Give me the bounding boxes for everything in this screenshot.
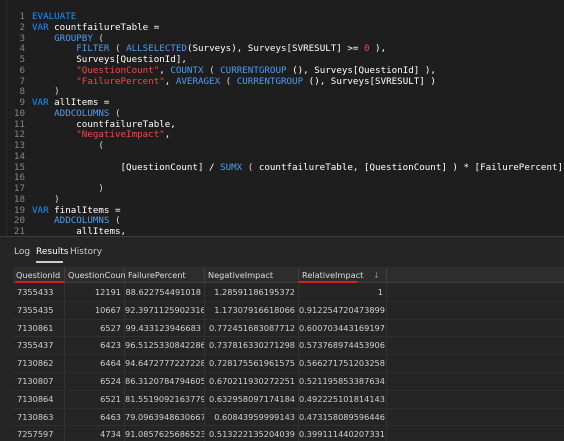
- table-cell-relativeimpact[interactable]: 0.473158089596446: [299, 408, 387, 426]
- table-cell-questioncount[interactable]: 6524: [65, 373, 125, 390]
- table-row[interactable]: 7130861 6527 99.433123946683 0.772451683087…: [13, 319, 564, 338]
- line-number: 2: [19, 21, 25, 33]
- output-panel: Log Results History QuestionId QuestionC…: [0, 236, 564, 441]
- table-cell-questionid[interactable]: 7130862: [13, 355, 65, 373]
- table-cell-questioncount[interactable]: 6423: [65, 337, 125, 355]
- table-cell-failurepercent[interactable]: 91.0857625686523: [125, 426, 205, 441]
- column-header-label: FailurePercent: [128, 270, 186, 280]
- table-row[interactable]: 7355433 12191 88.622754491018 1.28591186195…: [13, 284, 564, 302]
- line-number: 6: [19, 64, 25, 76]
- line-number: 10: [13, 107, 25, 119]
- table-cell-failurepercent[interactable]: 81.5519092163779: [125, 390, 205, 408]
- line-number: 21: [13, 226, 25, 236]
- code-text: (: [32, 140, 104, 151]
- table-cell-questioncount[interactable]: 6527: [65, 319, 125, 337]
- table-row[interactable]: 7130864 6521 81.5519092163779 0.63295809717…: [13, 390, 564, 409]
- column-header-label: QuestionCount: [68, 270, 129, 280]
- table-cell-relativeimpact[interactable]: 0.521195853387634: [299, 373, 387, 390]
- table-cell-questioncount[interactable]: 12191: [65, 284, 125, 301]
- output-tabs: Log Results History: [0, 247, 564, 263]
- table-cell-questioncount[interactable]: 6463: [65, 408, 125, 426]
- code-editor[interactable]: 1 EVALUATE 2 VAR countfailureTable = 3 GROUP…: [0, 0, 564, 236]
- tab-log[interactable]: Log: [14, 247, 30, 257]
- code-line: 15 [QuestionCount] / SUMX ( countfailure…: [0, 161, 564, 174]
- table-row[interactable]: 7355437 6423 96.5125330842286 0.73781633027…: [13, 337, 564, 356]
- table-cell-relativeimpact[interactable]: 0.566271751203258: [299, 355, 387, 373]
- table-cell-negativeimpact[interactable]: 0.60843959999143: [205, 408, 299, 426]
- code-line: 7 "FailurePercent", AVERAGEX ( CURRENTGR…: [0, 75, 564, 88]
- table-cell-negativeimpact[interactable]: 0.772451683087712: [205, 319, 299, 337]
- column-header-negativeimpact[interactable]: NegativeImpact: [205, 267, 299, 283]
- table-cell-relativeimpact[interactable]: 1: [299, 284, 387, 301]
- table-cell-relativeimpact[interactable]: 0.573768974453906: [299, 337, 387, 355]
- table-cell-negativeimpact[interactable]: 1.17307916618066: [205, 301, 299, 319]
- table-cell-questionid[interactable]: 7355433: [13, 284, 65, 301]
- table-row[interactable]: 7130807 6524 86.3120784794605 0.67021193027…: [13, 373, 564, 391]
- table-cell-negativeimpact[interactable]: 0.728175561961575: [205, 355, 299, 373]
- table-cell-failurepercent[interactable]: 88.622754491018: [125, 284, 205, 301]
- table-cell-questionid[interactable]: 7130864: [13, 390, 65, 408]
- active-tab-indicator: [36, 261, 63, 263]
- table-cell-questioncount[interactable]: 6464: [65, 355, 125, 373]
- table-cell-failurepercent[interactable]: 86.3120784794605: [125, 373, 205, 390]
- table-cell-questionid[interactable]: 7130807: [13, 373, 65, 390]
- column-header-label: RelativeImpact: [302, 270, 364, 280]
- table-cell-questionid[interactable]: 7130863: [13, 408, 65, 426]
- table-cell-questioncount[interactable]: 4734: [65, 426, 125, 441]
- table-cell-negativeimpact[interactable]: 1.28591186195372: [205, 284, 299, 301]
- code-text: allItems,: [32, 226, 127, 236]
- table-cell-negativeimpact[interactable]: 0.737816330271298: [205, 337, 299, 355]
- table-cell-questioncount[interactable]: 10667: [65, 301, 125, 319]
- table-cell-questionid[interactable]: 7355435: [13, 301, 65, 319]
- table-cell-questioncount[interactable]: 6521: [65, 390, 125, 408]
- table-row[interactable]: 7130863 6463 79.0963948630667 0.60843959999…: [13, 408, 564, 427]
- sort-desc-arrow-icon[interactable]: ↓: [373, 267, 380, 283]
- line-number: 14: [13, 150, 25, 162]
- table-cell-failurepercent[interactable]: 79.0963948630667: [125, 408, 205, 426]
- table-cell-relativeimpact[interactable]: 0.399111440207331: [299, 426, 387, 441]
- line-number: 18: [13, 193, 25, 205]
- table-cell-negativeimpact[interactable]: 0.632958097174184: [205, 390, 299, 408]
- red-underline-annotation: [15, 281, 65, 283]
- column-header-questioncount[interactable]: QuestionCount: [65, 267, 129, 283]
- red-underline-annotation: [298, 281, 358, 283]
- table-cell-questionid[interactable]: 7355437: [13, 337, 65, 355]
- table-cell-failurepercent[interactable]: 96.5125330842286: [125, 337, 205, 355]
- code-text: [QuestionCount] / SUMX ( countfailureTab…: [32, 161, 564, 173]
- table-row[interactable]: 7130862 6464 94.6472777227228 0.72817556196…: [13, 355, 564, 373]
- tab-results[interactable]: Results: [36, 247, 69, 257]
- code-line: 17 ): [0, 183, 564, 195]
- table-row[interactable]: 7355435 10667 92.3971125902316 1.1730791661…: [13, 301, 564, 320]
- table-cell-failurepercent[interactable]: 94.6472777227228: [125, 355, 205, 373]
- code-line: 21 allItems,: [0, 226, 564, 236]
- table-cell-failurepercent[interactable]: 99.433123946683: [125, 319, 205, 337]
- table-cell-questionid[interactable]: 7257597: [13, 426, 65, 441]
- table-cell-negativeimpact[interactable]: 0.513222135204039: [205, 426, 299, 441]
- table-cell-relativeimpact[interactable]: 0.492225101814143: [299, 390, 387, 408]
- column-header-failurepercent[interactable]: FailurePercent: [125, 267, 205, 283]
- column-header-empty: [387, 267, 564, 283]
- code-text: "FailurePercent", AVERAGEX ( CURRENTGROU…: [76, 75, 436, 87]
- table-cell-failurepercent[interactable]: 92.3971125902316: [125, 301, 205, 319]
- table-cell-negativeimpact[interactable]: 0.670211930272251: [205, 373, 299, 390]
- table-cell-relativeimpact[interactable]: 0.600703443169197: [299, 319, 387, 337]
- code-line: 13 (: [0, 140, 564, 152]
- table-cell-questionid[interactable]: 7130861: [13, 319, 65, 337]
- column-header-label: NegativeImpact: [208, 270, 274, 280]
- table-cell-relativeimpact[interactable]: 0.912254720473899: [299, 301, 387, 319]
- column-header-label: QuestionId: [16, 270, 61, 280]
- results-grid[interactable]: QuestionId QuestionCount FailurePercent …: [13, 267, 564, 441]
- table-row[interactable]: 7257597 4734 91.0857625686523 0.51322213520…: [13, 426, 564, 441]
- tab-history[interactable]: History: [70, 247, 102, 257]
